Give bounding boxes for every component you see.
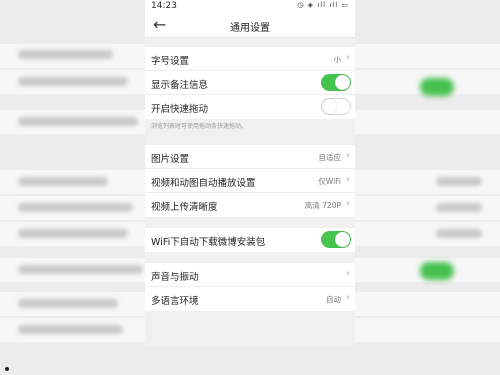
- setting-label: 声音与振动: [151, 272, 199, 283]
- setting-quick-drag: 开启快速拖动: [145, 95, 355, 119]
- chevron-right-icon: ›: [346, 292, 350, 303]
- status-time: 14:23: [151, 1, 177, 11]
- setting-sound-vibration[interactable]: 声音与振动 ›: [145, 263, 355, 287]
- setting-value: 小: [333, 55, 342, 64]
- setting-language[interactable]: 多语言环境 自动 ›: [145, 287, 355, 311]
- setting-video-upload-quality[interactable]: 视频上传清晰度 高清 720P ›: [145, 193, 355, 217]
- setting-value: 仅WiFi: [318, 177, 341, 186]
- chevron-right-icon: ›: [346, 52, 350, 63]
- setting-value: 自动: [326, 295, 341, 304]
- setting-image[interactable]: 图片设置 自适应 ›: [145, 145, 355, 169]
- setting-label: 多语言环境: [151, 296, 199, 307]
- setting-label: 显示备注信息: [151, 80, 209, 91]
- setting-value: 高清 720P: [304, 201, 341, 210]
- settings-group-1: 字号设置 小 › 显示备注信息 开启快速拖动: [145, 47, 355, 119]
- quick-drag-hint: 浏览列表时可使用拖动条快速拖动。: [145, 119, 355, 132]
- setting-label: 视频上传清晰度: [151, 202, 218, 213]
- show-remark-toggle[interactable]: [321, 74, 351, 91]
- setting-label: 图片设置: [151, 154, 190, 165]
- status-icons: ◷ ◈ ıll ıll ▭: [297, 1, 349, 9]
- chevron-right-icon: ›: [346, 150, 350, 161]
- phone-screen: 14:23 ◷ ◈ ıll ıll ▭ ← 通用设置 字号设置 小 › 显示备注…: [145, 0, 355, 346]
- setting-value: 自适应: [318, 153, 342, 162]
- chevron-right-icon: ›: [346, 198, 350, 209]
- settings-group-2: 图片设置 自适应 › 视频和动图自动播放设置 仅WiFi › 视频上传清晰度 高…: [145, 145, 355, 217]
- setting-label: 开启快速拖动: [151, 104, 209, 115]
- chevron-right-icon: ›: [346, 174, 350, 185]
- setting-label: 字号设置: [151, 56, 190, 67]
- setting-label: WiFi下自动下载微博安装包: [151, 237, 266, 248]
- wifi-auto-download-toggle[interactable]: [321, 231, 351, 248]
- settings-group-3: WiFi下自动下载微博安装包: [145, 228, 355, 252]
- setting-autoplay[interactable]: 视频和动图自动播放设置 仅WiFi ›: [145, 169, 355, 193]
- setting-wifi-auto-download: WiFi下自动下载微博安装包: [145, 228, 355, 252]
- setting-label: 视频和动图自动播放设置: [151, 178, 256, 189]
- header: ← 通用设置: [145, 13, 355, 38]
- page-title: 通用设置: [230, 23, 270, 34]
- quick-drag-toggle[interactable]: [321, 98, 351, 115]
- chevron-right-icon: ›: [346, 268, 350, 279]
- setting-show-remark: 显示备注信息: [145, 71, 355, 95]
- setting-font-size[interactable]: 字号设置 小 ›: [145, 47, 355, 71]
- settings-group-4: 声音与振动 › 多语言环境 自动 ›: [145, 263, 355, 311]
- status-bar: 14:23 ◷ ◈ ıll ıll ▭: [145, 0, 355, 13]
